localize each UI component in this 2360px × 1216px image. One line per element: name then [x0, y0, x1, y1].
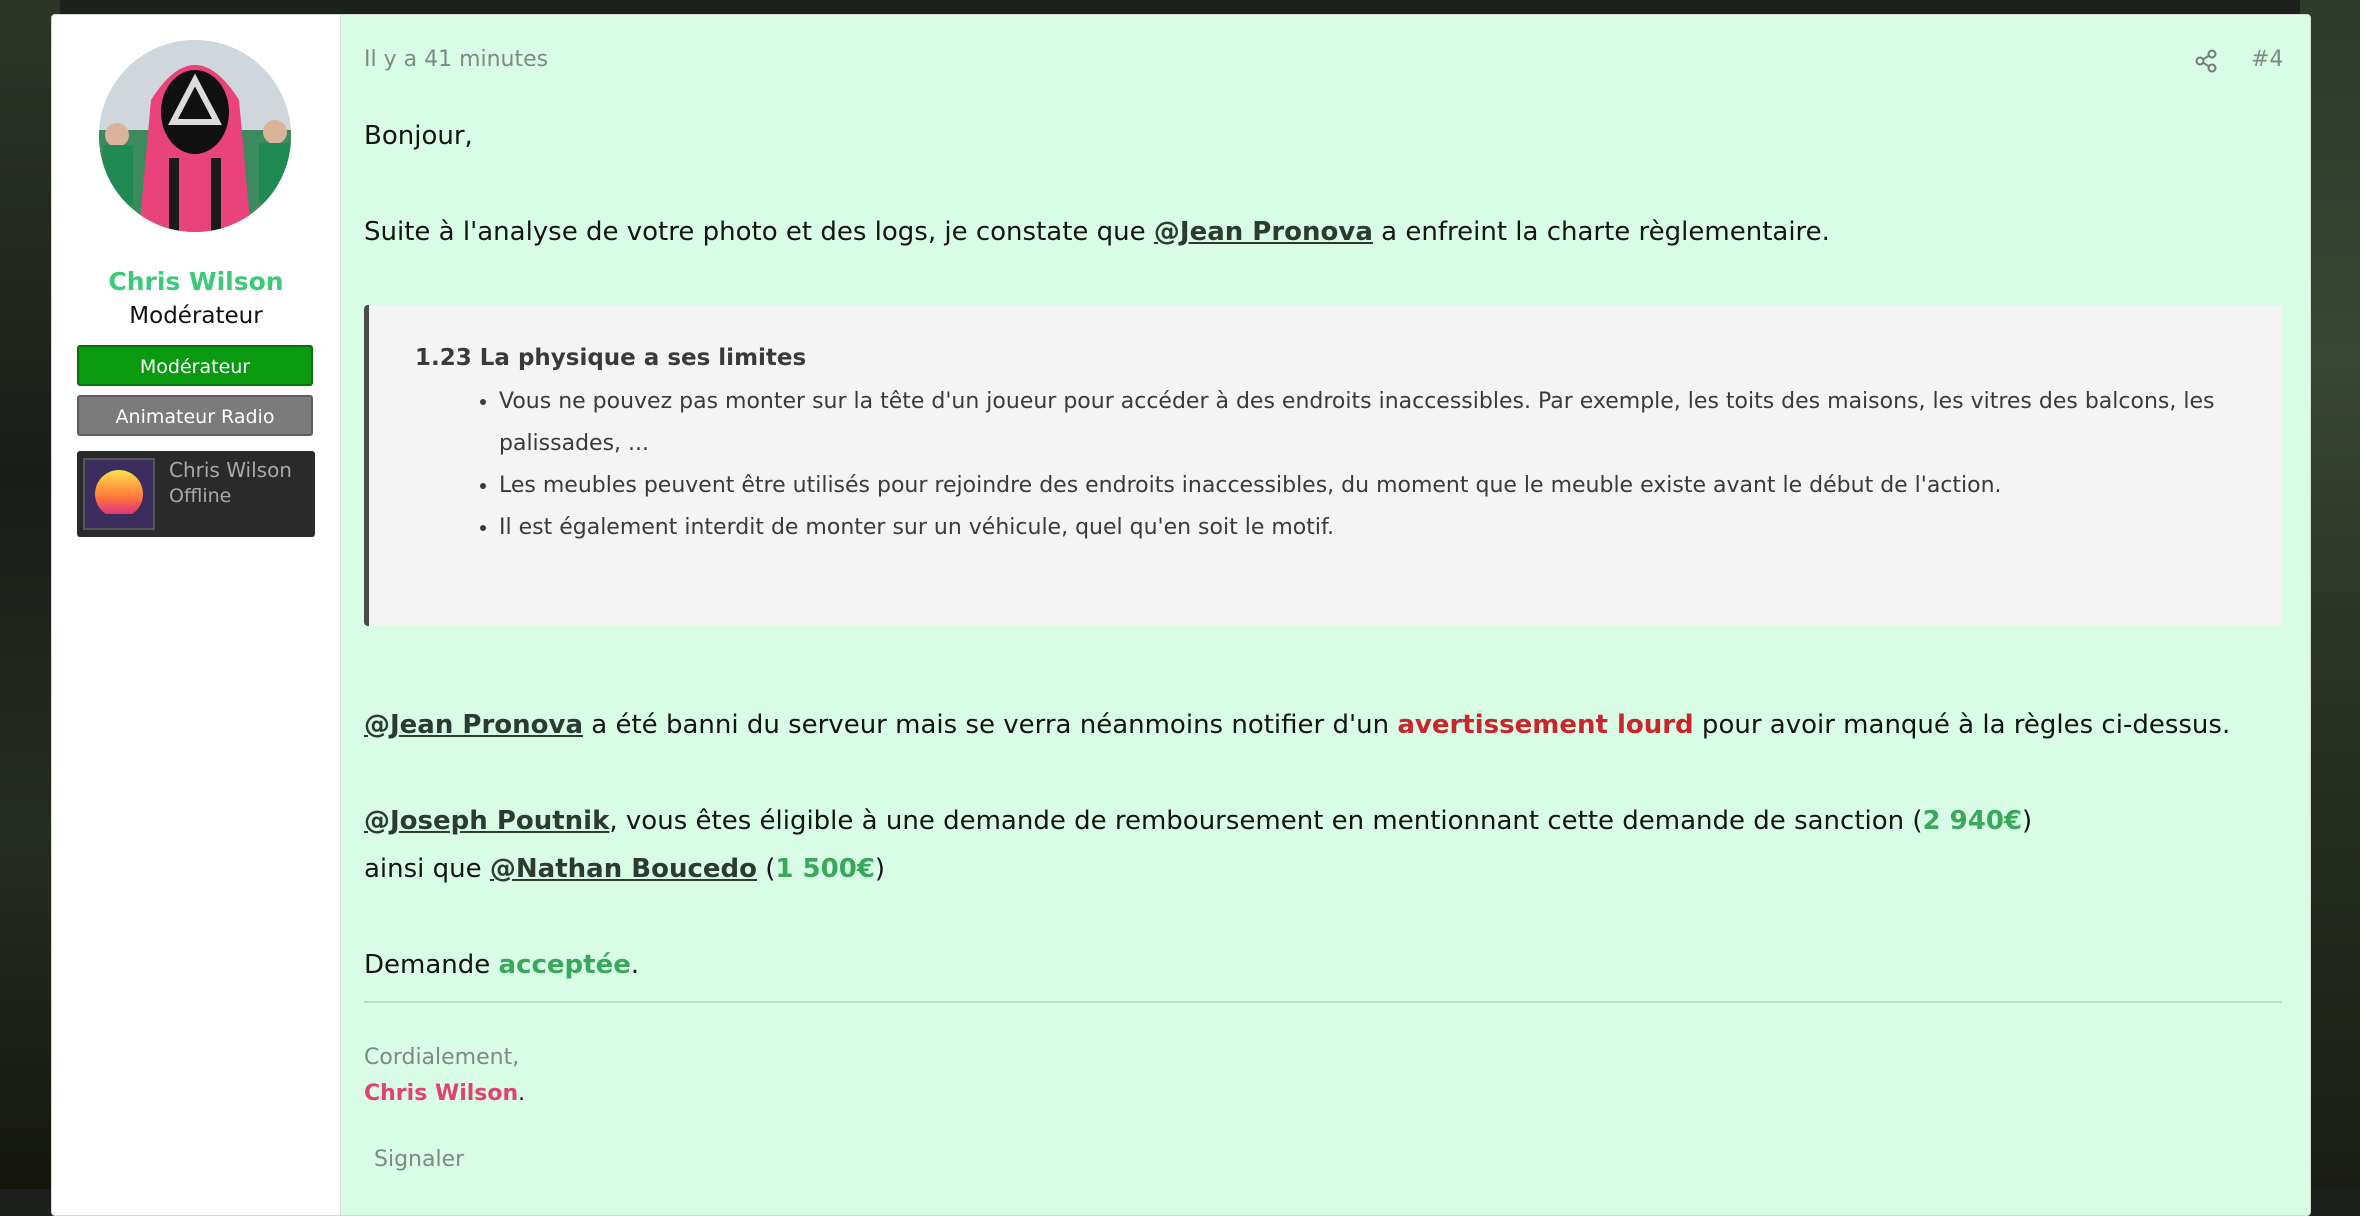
refund-paren-close: )	[2022, 806, 2033, 836]
author-sidebar: Chris Wilson Modérateur Modérateur Anima…	[52, 15, 341, 1215]
refund-paren-close-2: )	[874, 854, 886, 884]
banner-animateur-radio: Animateur Radio	[77, 395, 313, 436]
post-timestamp[interactable]: Il y a 41 minutes	[364, 47, 548, 72]
signature-name: Chris Wilson	[364, 1081, 519, 1106]
report-button[interactable]: Signaler	[374, 1147, 464, 1172]
decision-paragraph: Demande acceptée.	[364, 950, 639, 980]
analysis-text-start: Suite à l'analyse de votre photo et des …	[364, 217, 1154, 247]
decision-status: acceptée	[498, 950, 631, 980]
share-icon[interactable]	[2193, 48, 2219, 74]
signature-closing: Cordialement,	[364, 1045, 520, 1070]
avatar[interactable]	[99, 40, 291, 232]
rule-item: Il est également interdit de monter sur …	[499, 507, 2239, 549]
author-title: Modérateur	[129, 303, 263, 329]
rule-item: Les meubles peuvent être utilisés pour r…	[499, 465, 2239, 507]
greeting-text: Bonjour,	[364, 121, 473, 151]
refund-text: , vous êtes éligible à une demande de re…	[609, 806, 1923, 836]
ban-text-end: pour avoir manqué à la règles ci-dessus.	[1693, 710, 2231, 740]
forum-post: Chris Wilson Modérateur Modérateur Anima…	[51, 14, 2311, 1216]
sunset-icon	[83, 458, 155, 530]
refund-paragraph-line1: @Joseph Poutnik, vous êtes éligible à un…	[364, 806, 2032, 836]
author-name[interactable]: Chris Wilson	[52, 267, 340, 296]
rule-title: 1.23 La physique a ses limites	[415, 345, 807, 371]
banner-moderateur: Modérateur	[77, 345, 313, 386]
decision-label: Demande	[364, 950, 499, 980]
refund-paragraph-line2: ainsi que @Nathan Boucedo (1 500€)	[364, 854, 885, 884]
mention-jean-pronova[interactable]: @Jean Pronova	[1154, 217, 1373, 247]
ban-text-start: a été banni du serveur mais se verra néa…	[583, 710, 1398, 740]
analysis-text-end: a enfreint la charte règlementaire.	[1372, 217, 1830, 247]
ban-paragraph: @Jean Pronova a été banni du serveur mai…	[364, 710, 2230, 740]
refund-text-2: ainsi que	[364, 854, 490, 884]
mention-jean-pronova[interactable]: @Jean Pronova	[364, 710, 583, 740]
signature-divider	[364, 1001, 2282, 1003]
analysis-paragraph: Suite à l'analyse de votre photo et des …	[364, 217, 1830, 247]
mention-joseph-poutnik[interactable]: @Joseph Poutnik	[364, 806, 609, 836]
rule-item: Vous ne pouvez pas monter sur la tête d'…	[499, 381, 2239, 465]
status-card[interactable]: Chris Wilson Offline	[77, 451, 315, 537]
status-card-state: Offline	[169, 485, 232, 507]
refund-amount-1: 2 940€	[1922, 806, 2023, 836]
refund-paren-open: (	[756, 854, 776, 884]
status-card-name: Chris Wilson	[169, 458, 292, 482]
post-number-link[interactable]: #4	[2251, 47, 2283, 72]
signature-name-line: Chris Wilson.	[364, 1081, 525, 1106]
rule-quote-block: 1.23 La physique a ses limites Vous ne p…	[364, 305, 2282, 626]
refund-amount-2: 1 500€	[775, 854, 875, 884]
post-content: Il y a 41 minutes #4 Bonjour, Suite à l'…	[341, 15, 2310, 1215]
mention-nathan-boucedo[interactable]: @Nathan Boucedo	[490, 854, 757, 884]
warning-highlight: avertissement lourd	[1397, 710, 1694, 740]
decision-period: .	[630, 950, 640, 980]
rule-list: Vous ne pouvez pas monter sur la tête d'…	[454, 381, 2239, 549]
avatar-image	[99, 40, 291, 232]
signature-period: .	[518, 1081, 526, 1106]
